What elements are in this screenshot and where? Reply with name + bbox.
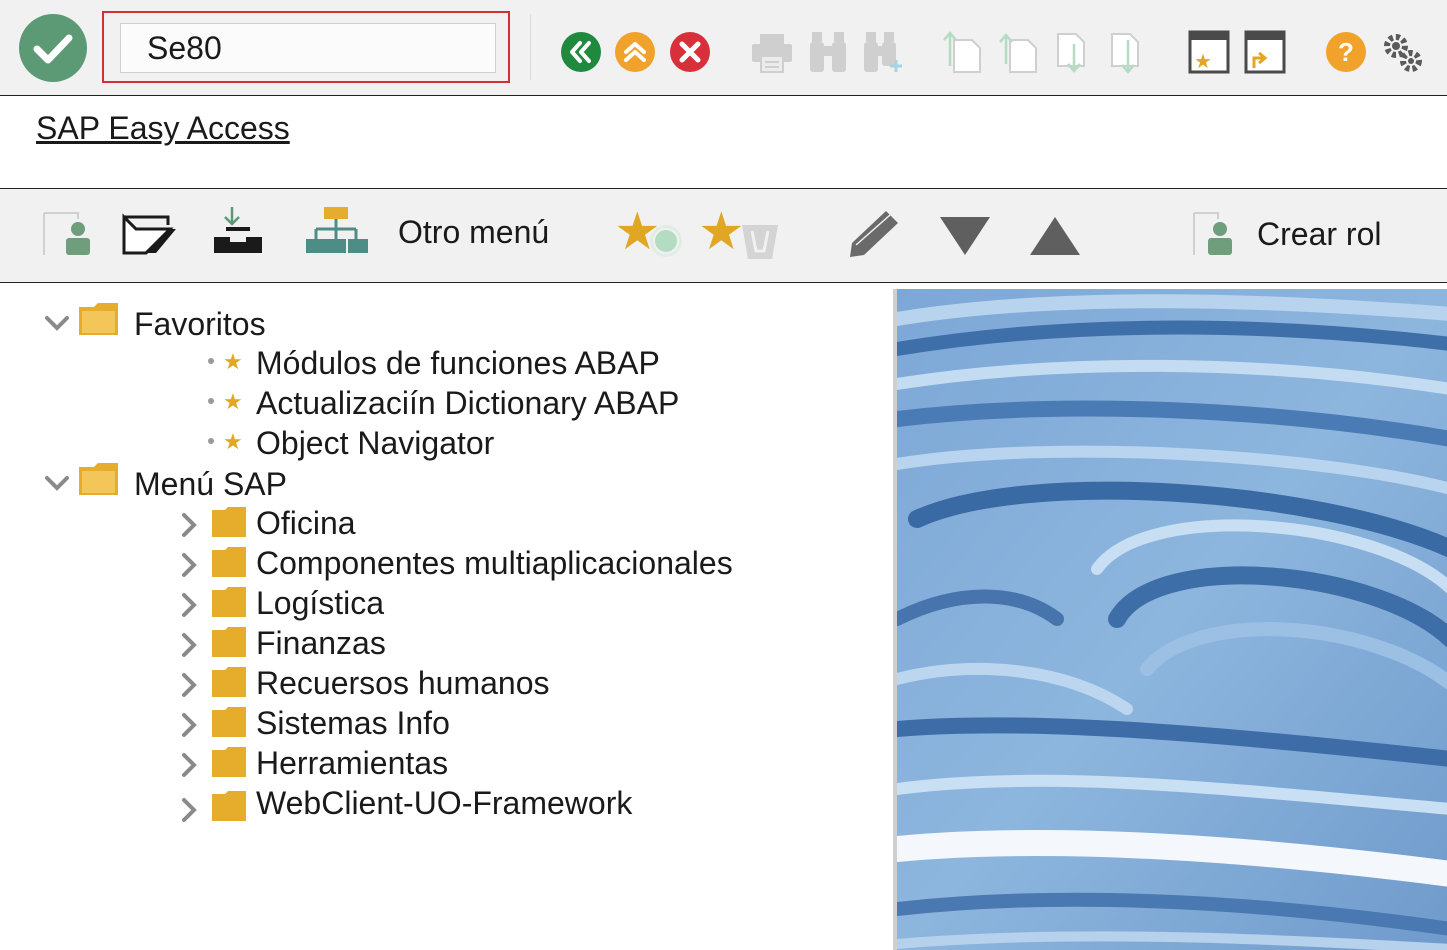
delete-favorite-icon[interactable]: ★ xyxy=(698,203,782,263)
edit-pencil-icon[interactable] xyxy=(848,207,904,257)
bullet-dot xyxy=(208,438,214,444)
cancel-icon[interactable] xyxy=(669,31,711,73)
folder-icon xyxy=(212,747,246,777)
tree-folder-label: Componentes multiaplicacionales xyxy=(256,544,733,581)
chevron-down-icon[interactable] xyxy=(44,475,70,493)
folder-icon xyxy=(212,667,246,697)
chevron-right-icon[interactable] xyxy=(180,712,198,738)
first-page-icon[interactable] xyxy=(942,30,984,74)
folder-open-icon xyxy=(79,303,118,335)
move-down-triangle-icon[interactable] xyxy=(938,213,992,257)
command-field-input[interactable] xyxy=(120,23,496,73)
easy-access-background-image xyxy=(893,289,1447,950)
shortcut-icon[interactable] xyxy=(1244,30,1286,74)
svg-text:★: ★ xyxy=(698,203,745,262)
tree-folder-label: Recuersos humanos xyxy=(256,664,550,701)
chevron-right-icon[interactable] xyxy=(180,752,198,778)
back-icon[interactable] xyxy=(560,31,602,73)
star-icon: ★ xyxy=(223,429,243,454)
tree-folder-item[interactable]: Herramientas xyxy=(256,743,448,783)
find-icon[interactable] xyxy=(808,30,848,74)
chevron-right-icon[interactable] xyxy=(180,632,198,658)
user-menu-icon[interactable] xyxy=(42,211,94,257)
tree-folder-item[interactable]: WebClient-UO-Framework xyxy=(256,783,632,823)
settings-gear-icon[interactable] xyxy=(1380,30,1424,74)
folder-icon xyxy=(212,791,246,821)
water-ripple-picture xyxy=(897,289,1447,950)
tree-folder-label: Oficina xyxy=(256,504,356,541)
tree-node-label: Menú SAP xyxy=(134,465,287,502)
find-next-icon[interactable] xyxy=(862,30,906,74)
help-icon[interactable]: ? xyxy=(1325,31,1367,73)
favorite-item-label: Object Navigator xyxy=(256,424,495,461)
tree-folder-item[interactable]: Sistemas Info xyxy=(256,703,450,743)
svg-text:★: ★ xyxy=(1194,49,1212,73)
hierarchy-icon[interactable] xyxy=(304,205,370,257)
tree-node-sap-menu[interactable]: Menú SAP xyxy=(134,464,287,504)
star-icon: ★ xyxy=(223,349,243,374)
tree-folder-label: WebClient-UO-Framework xyxy=(256,784,633,821)
print-icon[interactable] xyxy=(750,32,794,74)
folder-icon xyxy=(212,627,246,657)
folder-icon xyxy=(212,547,246,577)
star-icon: ★ xyxy=(223,389,243,414)
bullet-dot xyxy=(208,398,214,404)
tree-node-favorites[interactable]: Favoritos xyxy=(134,304,266,344)
chevron-right-icon[interactable] xyxy=(180,672,198,698)
chevron-right-icon[interactable] xyxy=(180,592,198,618)
new-session-icon[interactable]: ★ xyxy=(1188,30,1230,74)
chevron-right-icon[interactable] xyxy=(180,552,198,578)
chevron-right-icon[interactable] xyxy=(180,512,198,538)
move-up-triangle-icon[interactable] xyxy=(1028,213,1082,257)
enter-check-icon[interactable] xyxy=(18,13,88,83)
other-menu-button[interactable]: Otro menú xyxy=(398,214,549,251)
chevron-down-icon[interactable] xyxy=(44,315,70,333)
favorite-item[interactable]: Actualizaciín Dictionary ABAP xyxy=(256,383,679,423)
tree-folder-item[interactable]: Logística xyxy=(256,583,384,623)
application-toolbar: Otro menú ★ ★ Crear rol xyxy=(0,189,1447,283)
next-page-icon[interactable] xyxy=(1054,30,1096,74)
page-title[interactable]: SAP Easy Access xyxy=(36,110,290,147)
sap-menu-icon[interactable] xyxy=(122,213,178,255)
tree-folder-item[interactable]: Recuersos humanos xyxy=(256,663,549,703)
menu-tree: Favoritos ★ Módulos de funciones ABAP ★ … xyxy=(0,283,890,950)
tree-folder-label: Logística xyxy=(256,584,385,621)
tree-folder-label: Finanzas xyxy=(256,624,386,661)
tree-folder-item[interactable]: Oficina xyxy=(256,503,356,543)
inbox-download-icon[interactable] xyxy=(212,205,264,255)
svg-text:?: ? xyxy=(1338,37,1354,67)
title-bar: SAP Easy Access xyxy=(0,96,1447,189)
favorite-item[interactable]: Object Navigator xyxy=(256,423,494,463)
tree-folder-label: Sistemas Info xyxy=(256,704,450,741)
folder-icon xyxy=(212,587,246,617)
toolbar-separator xyxy=(530,14,531,80)
tree-node-label: Favoritos xyxy=(134,305,266,342)
favorite-item-label: Actualizaciín Dictionary ABAP xyxy=(256,384,680,421)
favorite-item-label: Módulos de funciones ABAP xyxy=(256,344,660,381)
folder-icon xyxy=(212,507,246,537)
folder-icon xyxy=(212,707,246,737)
last-page-icon[interactable] xyxy=(1108,30,1150,74)
add-favorite-icon[interactable]: ★ xyxy=(614,203,690,263)
command-field-highlight xyxy=(102,11,510,83)
create-role-button[interactable]: Crear rol xyxy=(1257,216,1381,253)
chevron-right-icon[interactable] xyxy=(180,797,198,823)
favorite-item[interactable]: Módulos de funciones ABAP xyxy=(256,343,660,383)
tree-folder-label: Herramientas xyxy=(256,744,449,781)
previous-page-icon[interactable] xyxy=(998,30,1040,74)
system-toolbar: ★ ? xyxy=(0,0,1447,96)
bullet-dot xyxy=(208,358,214,364)
tree-folder-item[interactable]: Finanzas xyxy=(256,623,386,663)
create-role-icon[interactable] xyxy=(1192,211,1244,257)
folder-open-icon xyxy=(79,463,118,495)
tree-folder-item[interactable]: Componentes multiaplicacionales xyxy=(256,543,733,583)
exit-icon[interactable] xyxy=(614,31,656,73)
